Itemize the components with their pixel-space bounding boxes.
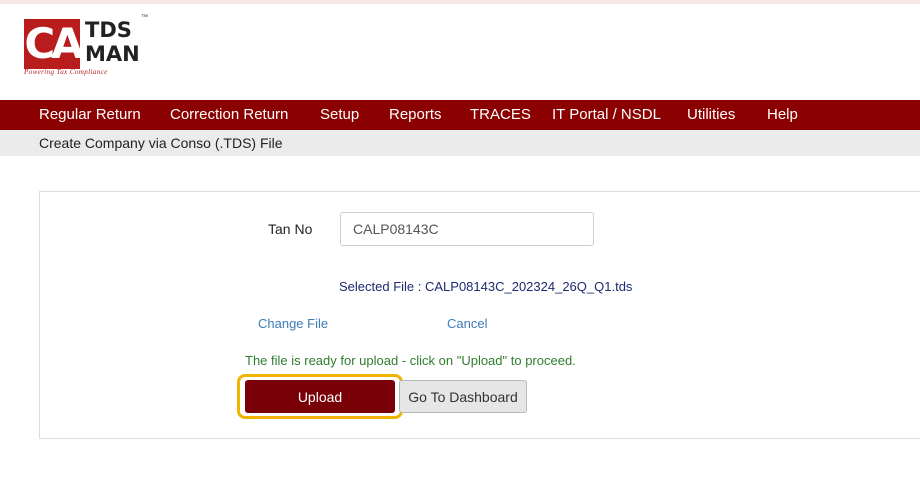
tan-no-label: Tan No — [268, 221, 313, 237]
go-to-dashboard-button[interactable]: Go To Dashboard — [399, 380, 527, 413]
menu-item-traces[interactable]: TRACES — [470, 100, 531, 130]
logo-tagline: Powering Tax Compliance — [24, 68, 108, 76]
menu-item-reports[interactable]: Reports — [389, 100, 442, 130]
main-menu-bar: Regular Return Correction Return Setup R… — [0, 100, 920, 130]
logo-man-text: MAN — [85, 42, 140, 66]
logo-ca-mark: CA — [24, 19, 84, 69]
menu-item-regular-return[interactable]: Regular Return — [39, 100, 141, 130]
logo-trademark: ™ — [141, 14, 148, 21]
menu-item-it-portal-nsdl[interactable]: IT Portal / NSDL — [552, 100, 661, 130]
cancel-link[interactable]: Cancel — [447, 316, 487, 331]
tdsman-logo[interactable]: CA TDS MAN ™ Powering Tax Compliance — [23, 14, 148, 78]
menu-item-utilities[interactable]: Utilities — [687, 100, 735, 130]
upload-ready-message: The file is ready for upload - click on … — [245, 353, 576, 368]
change-file-link[interactable]: Change File — [258, 316, 328, 331]
selected-file-text: Selected File : CALP08143C_202324_26Q_Q1… — [339, 279, 633, 294]
page-title-bar: Create Company via Conso (.TDS) File — [0, 130, 920, 156]
upload-button[interactable]: Upload — [245, 380, 395, 413]
page-title: Create Company via Conso (.TDS) File — [39, 135, 283, 151]
menu-item-correction-return[interactable]: Correction Return — [170, 100, 288, 130]
menu-item-help[interactable]: Help — [767, 100, 798, 130]
menu-item-setup[interactable]: Setup — [320, 100, 359, 130]
logo-tds-text: TDS — [85, 18, 132, 42]
top-accent-line — [0, 0, 920, 4]
tan-no-input[interactable] — [340, 212, 594, 246]
